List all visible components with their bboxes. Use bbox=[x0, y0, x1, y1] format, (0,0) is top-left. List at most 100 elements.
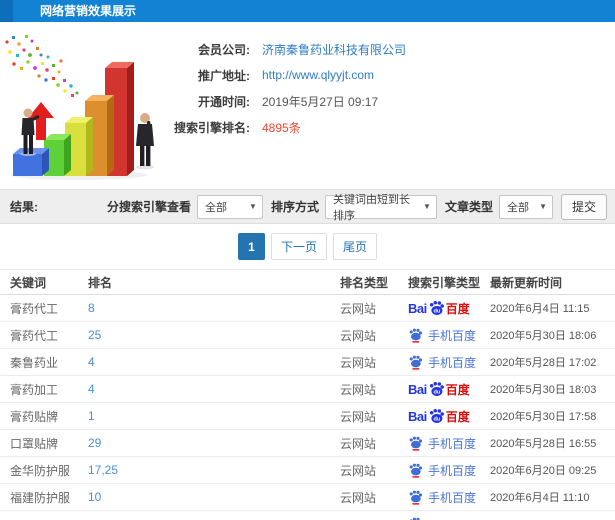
updated-cell: 2020年6月4日 11:10 bbox=[490, 492, 590, 504]
mobile-baidu-logo: 手机百度 bbox=[408, 435, 490, 452]
promo-url-label: 推广地址: bbox=[198, 68, 250, 83]
info-row-engine-rank: 搜索引擎排名: 4895条 bbox=[172, 114, 615, 140]
updated-cell: 2020年5月30日 17:58 bbox=[490, 411, 597, 423]
rank-link[interactable]: 25 bbox=[88, 328, 340, 342]
engine-rank-count: 4895条 bbox=[262, 120, 301, 135]
rank-link[interactable]: 4 bbox=[88, 355, 340, 369]
baidu-logo: Bai du 百度 bbox=[408, 381, 490, 398]
svg-text:du: du bbox=[433, 389, 440, 395]
rank-type-cell: 云网站 bbox=[340, 436, 377, 451]
keyword-cell: 膏药加工 bbox=[10, 382, 59, 397]
mobile-baidu-logo: 手机百度 bbox=[408, 462, 490, 479]
article-type-select[interactable]: 全部 ▼ bbox=[498, 194, 553, 219]
engine-view-select[interactable]: 全部 ▼ bbox=[196, 194, 263, 219]
sort-select[interactable]: 关键词由短到长排序 ▼ bbox=[324, 194, 437, 222]
keyword-cell: 口罩贴牌 bbox=[10, 436, 59, 451]
updated-cell: 2020年5月30日 18:03 bbox=[490, 384, 597, 396]
info-row-open-time: 开通时间: 2019年5月27日 09:17 bbox=[172, 88, 615, 114]
rank-type-cell: 云网站 bbox=[340, 355, 377, 370]
sort-selected-value: 关键词由短到长排序 bbox=[332, 193, 410, 222]
keyword-cell: 秦鲁药业 bbox=[10, 355, 59, 370]
pagination-next-button[interactable]: 下一页 bbox=[270, 233, 327, 260]
mobile-baidu-label: 手机百度 bbox=[428, 355, 477, 370]
engine-rank-label: 搜索引擎排名: bbox=[174, 120, 250, 135]
rank-type-cell: 云网站 bbox=[340, 463, 377, 478]
keyword-ranking-table: 关键词 排名 排名类型 搜索引擎类型 最新更新时间 膏药代工 8 云网站 Bai… bbox=[0, 269, 615, 520]
table-row: 秦鲁药业 4 云网站 手机百度 2020年5月28日 17:02 bbox=[0, 349, 615, 376]
mobile-baidu-logo bbox=[408, 517, 490, 520]
updated-cell: 2020年5月30日 18:06 bbox=[490, 330, 597, 342]
page-title: 网络营销效果展示 bbox=[40, 4, 137, 18]
filter-bar: 结果: 分搜索引擎查看 全部 ▼ 排序方式 关键词由短到长排序 ▼ 文章类型 全… bbox=[0, 189, 615, 224]
rank-link[interactable]: 1 bbox=[88, 409, 340, 423]
baidu-logo-bai: Bai bbox=[408, 408, 427, 424]
chevron-down-icon: ▼ bbox=[539, 202, 547, 211]
baidu-paw-icon: du bbox=[429, 300, 444, 315]
member-company-link[interactable]: 济南秦鲁药业科技有限公司 bbox=[262, 41, 406, 58]
article-type-selected-value: 全部 bbox=[506, 201, 529, 214]
engine-view-selected-value: 全部 bbox=[204, 201, 227, 214]
table-header-row: 关键词 排名 排名类型 搜索引擎类型 最新更新时间 bbox=[0, 269, 615, 295]
mobile-baidu-logo: 手机百度 bbox=[408, 327, 490, 344]
keyword-cell: 膏药代工 bbox=[10, 301, 59, 316]
rank-link[interactable]: 29 bbox=[88, 436, 340, 450]
updated-cell: 2020年5月28日 16:55 bbox=[490, 438, 597, 450]
mobile-baidu-label: 手机百度 bbox=[428, 463, 477, 478]
businessman-right-graphic bbox=[136, 113, 154, 170]
chevron-down-icon: ▼ bbox=[249, 202, 257, 211]
result-label: 结果: bbox=[10, 200, 38, 214]
mobile-baidu-paw-icon bbox=[409, 436, 423, 451]
svg-text:du: du bbox=[433, 308, 440, 314]
submit-button[interactable]: 提交 bbox=[560, 193, 607, 220]
baidu-paw-icon: du bbox=[429, 381, 444, 396]
keyword-cell: 福建防护服 bbox=[10, 490, 71, 505]
mobile-baidu-paw-icon bbox=[409, 328, 423, 343]
rank-link[interactable]: 17,25 bbox=[88, 463, 340, 477]
header-keyword: 关键词 bbox=[10, 275, 47, 290]
header-engine-type: 搜索引擎类型 bbox=[408, 275, 481, 290]
article-type-label: 文章类型 bbox=[444, 200, 493, 214]
table-row: 福建防护服 10 云网站 手机百度 2020年6月4日 11:10 bbox=[0, 484, 615, 511]
rank-link[interactable]: 8 bbox=[88, 301, 340, 315]
baidu-logo: Bai du 百度 bbox=[408, 408, 490, 425]
rank-link[interactable]: 10 bbox=[88, 490, 340, 504]
keyword-cell: 膏药代工 bbox=[10, 328, 59, 343]
header-rank: 排名 bbox=[88, 275, 113, 290]
pagination-last-button[interactable]: 尾页 bbox=[333, 233, 378, 260]
mobile-baidu-logo: 手机百度 bbox=[408, 354, 490, 371]
baidu-paw-icon: du bbox=[429, 408, 444, 423]
mobile-baidu-paw-icon bbox=[409, 490, 423, 505]
table-row-partial bbox=[0, 511, 615, 520]
marketing-chart-illustration bbox=[5, 35, 154, 180]
keyword-cell: 金华防护服 bbox=[10, 463, 71, 478]
updated-cell: 2020年5月28日 17:02 bbox=[490, 357, 597, 369]
mobile-baidu-label: 手机百度 bbox=[428, 328, 477, 343]
rank-type-cell: 云网站 bbox=[340, 490, 377, 505]
pagination-current-page[interactable]: 1 bbox=[237, 233, 265, 260]
table-row: 膏药代工 8 云网站 Bai du 百度 2020年6月4日 11:15 bbox=[0, 295, 615, 322]
mobile-baidu-paw-icon bbox=[409, 463, 423, 478]
mobile-baidu-label: 手机百度 bbox=[428, 436, 477, 451]
promo-url-link[interactable]: http://www.qlyyjt.com bbox=[262, 68, 374, 82]
mobile-baidu-paw-icon bbox=[409, 355, 423, 370]
chevron-down-icon: ▼ bbox=[423, 202, 431, 211]
company-info-section: 会员公司: 济南秦鲁药业科技有限公司 推广地址: http://www.qlyy… bbox=[0, 22, 615, 189]
rank-type-cell: 云网站 bbox=[340, 409, 377, 424]
open-time-value: 2019年5月27日 09:17 bbox=[262, 94, 379, 109]
header-rank-type: 排名类型 bbox=[340, 275, 389, 290]
updated-cell: 2020年6月20日 09:25 bbox=[490, 465, 597, 477]
baidu-logo: Bai du 百度 bbox=[408, 300, 490, 317]
window-title-bar: 网络营销效果展示 bbox=[0, 0, 615, 22]
filter-controls: 分搜索引擎查看 全部 ▼ 排序方式 关键词由短到长排序 ▼ 文章类型 全部 ▼ … bbox=[99, 193, 607, 222]
rank-link[interactable]: 4 bbox=[88, 382, 340, 396]
info-row-member-company: 会员公司: 济南秦鲁药业科技有限公司 bbox=[172, 36, 615, 62]
rank-type-cell: 云网站 bbox=[340, 301, 377, 316]
baidu-logo-bai: Bai bbox=[408, 381, 427, 397]
baidu-logo-cn: 百度 bbox=[445, 409, 470, 424]
table-row: 口罩贴牌 29 云网站 手机百度 2020年5月28日 16:55 bbox=[0, 430, 615, 457]
updated-cell: 2020年6月4日 11:15 bbox=[490, 303, 590, 315]
baidu-logo-cn: 百度 bbox=[445, 301, 470, 316]
info-row-promo-url: 推广地址: http://www.qlyyjt.com bbox=[172, 62, 615, 88]
table-row: 膏药贴牌 1 云网站 Bai du 百度 2020年5月30日 17:58 bbox=[0, 403, 615, 430]
table-row: 膏药加工 4 云网站 Bai du 百度 2020年5月30日 18:03 bbox=[0, 376, 615, 403]
